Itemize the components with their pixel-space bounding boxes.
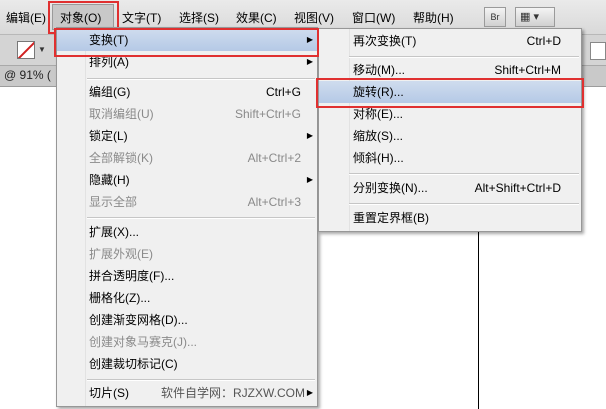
menu-item-label: 创建裁切标记(C): [89, 357, 178, 371]
submenu-arrow-icon: ▶: [306, 388, 313, 397]
menu-item-lock[interactable]: 锁定(L) ▶: [57, 125, 317, 147]
bridge-button[interactable]: Br: [484, 7, 506, 27]
menu-item-shortcut: Alt+Shift+Ctrl+D: [474, 181, 561, 195]
menu-item-label: 切片(S): [89, 386, 129, 400]
menu-item-label: 分别变换(N)...: [353, 181, 428, 195]
menu-item-create-trim-marks[interactable]: 创建裁切标记(C): [57, 353, 317, 375]
menu-item-label: 扩展(X)...: [89, 225, 139, 239]
menu-item-hide[interactable]: 隐藏(H) ▶: [57, 169, 317, 191]
menu-item-shortcut: Alt+Ctrl+3: [247, 195, 301, 209]
menu-effect[interactable]: 效果(C): [236, 10, 277, 26]
menu-item-show-all[interactable]: 显示全部 Alt+Ctrl+3: [57, 191, 317, 213]
object-menu: 变换(T) ▶ 排列(A) ▶ 编组(G) Ctrl+G 取消编组(U) Shi…: [56, 27, 318, 407]
menu-item-shortcut: Ctrl+D: [526, 34, 561, 48]
menu-item-label: 栅格化(Z)...: [89, 291, 151, 305]
menu-separator: [349, 56, 579, 58]
menu-item-label: 重置定界框(B): [353, 211, 429, 225]
transform-highlight-box: [54, 28, 319, 57]
swatch-dropdown-icon[interactable]: ▼: [38, 45, 46, 54]
menu-item-unlock-all[interactable]: 全部解锁(K) Alt+Ctrl+2: [57, 147, 317, 169]
menu-item-transform-each[interactable]: 分别变换(N)... Alt+Shift+Ctrl+D: [319, 177, 581, 199]
menu-separator: [349, 173, 579, 175]
stroke-none-swatch-icon[interactable]: [17, 41, 35, 59]
menu-view[interactable]: 视图(V): [294, 10, 334, 26]
menu-item-reset-bounding-box[interactable]: 重置定界框(B): [319, 207, 581, 229]
menu-item-label: 全部解锁(K): [89, 151, 153, 165]
menu-item-label: 拼合透明度(F)...: [89, 269, 175, 283]
menu-separator: [87, 379, 315, 381]
document-zoom-label[interactable]: @ 91% (: [4, 68, 51, 82]
menu-item-label: 锁定(L): [89, 129, 128, 143]
menu-item-label: 取消编组(U): [89, 107, 154, 121]
watermark-text: 软件自学网：RJZXW.COM: [161, 386, 305, 400]
menu-item-create-object-mosaic[interactable]: 创建对象马赛克(J)...: [57, 331, 317, 353]
menu-item-shear[interactable]: 倾斜(H)...: [319, 147, 581, 169]
menu-edit[interactable]: 编辑(E): [6, 10, 46, 26]
transform-submenu: 再次变换(T) Ctrl+D 移动(M)... Shift+Ctrl+M 旋转(…: [318, 28, 582, 232]
menu-item-flatten-transparency[interactable]: 拼合透明度(F)...: [57, 265, 317, 287]
menu-separator: [87, 78, 315, 80]
artboard-edge-line: [478, 232, 479, 409]
menu-item-label: 隐藏(H): [89, 173, 130, 187]
menu-item-label: 显示全部: [89, 195, 138, 209]
menu-item-ungroup[interactable]: 取消编组(U) Shift+Ctrl+G: [57, 103, 317, 125]
menu-item-label: 缩放(S)...: [353, 129, 403, 143]
menu-separator: [349, 203, 579, 205]
menu-item-expand[interactable]: 扩展(X)...: [57, 221, 317, 243]
submenu-arrow-icon: ▶: [306, 131, 313, 140]
menu-item-scale[interactable]: 缩放(S)...: [319, 125, 581, 147]
toolbar-field[interactable]: [590, 42, 606, 60]
menu-item-label: 倾斜(H)...: [353, 151, 404, 165]
menu-item-expand-appearance[interactable]: 扩展外观(E): [57, 243, 317, 265]
menu-item-transform-again[interactable]: 再次变换(T) Ctrl+D: [319, 30, 581, 52]
menu-item-group[interactable]: 编组(G) Ctrl+G: [57, 81, 317, 103]
menu-item-shortcut: Shift+Ctrl+G: [234, 107, 301, 121]
menu-help[interactable]: 帮助(H): [413, 10, 454, 26]
menu-item-shortcut: Alt+Ctrl+2: [247, 151, 301, 165]
menu-item-rasterize[interactable]: 栅格化(Z)...: [57, 287, 317, 309]
menu-item-label: 扩展外观(E): [89, 247, 153, 261]
arrange-documents-button[interactable]: ▦ ▾: [515, 7, 555, 27]
menu-select[interactable]: 选择(S): [179, 10, 219, 26]
submenu-arrow-icon: ▶: [306, 175, 313, 184]
rotate-highlight-box: [316, 78, 584, 108]
menu-item-shortcut: Ctrl+G: [265, 85, 301, 99]
menu-item-create-gradient-mesh[interactable]: 创建渐变网格(D)...: [57, 309, 317, 331]
menu-item-label: 创建对象马赛克(J)...: [89, 335, 197, 349]
menu-item-label: 再次变换(T): [353, 34, 417, 48]
menu-item-label: 编组(G): [89, 85, 131, 99]
menu-type[interactable]: 文字(T): [122, 10, 161, 26]
menu-window[interactable]: 窗口(W): [352, 10, 395, 26]
menu-item-label: 创建渐变网格(D)...: [89, 313, 188, 327]
menu-item-slice[interactable]: 切片(S) 软件自学网：RJZXW.COM ▶: [57, 382, 317, 404]
menu-separator: [87, 217, 315, 219]
